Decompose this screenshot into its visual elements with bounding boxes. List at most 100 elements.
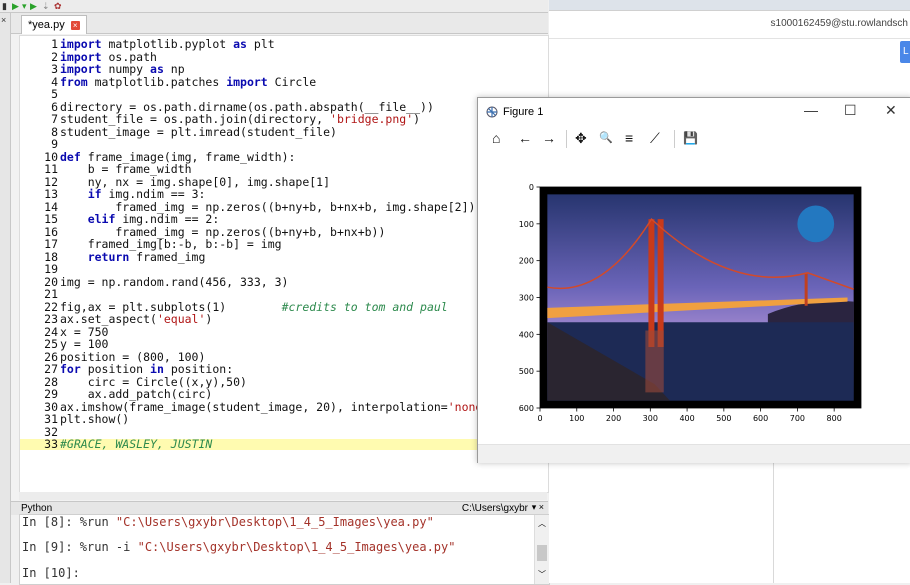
y-tick-label: 200 — [519, 257, 534, 266]
code-line: student_image = plt.imread(student_file) — [60, 124, 337, 139]
x-tick-label: 800 — [827, 414, 842, 423]
shell-line: In [8]: %run "C:\Users\gxybr\Desktop\1_4… — [22, 515, 434, 529]
code-line: ax.imshow(frame_image(student_image, 20)… — [60, 399, 496, 414]
line-number: 26 — [44, 349, 58, 364]
code-line: img = np.random.rand(456, 333, 3) — [60, 274, 289, 289]
x-tick-label: 700 — [790, 414, 805, 423]
debug-icon[interactable]: ▶ — [30, 1, 37, 11]
page-edge — [773, 445, 774, 583]
run-icon[interactable]: ▶ — [12, 1, 19, 11]
line-number: 6 — [51, 99, 58, 114]
step-icon[interactable]: ⇣ — [42, 1, 50, 11]
scroll-thumb[interactable] — [537, 545, 547, 561]
code-line: b = frame_width — [60, 162, 192, 176]
line-number: 10 — [44, 149, 58, 164]
figure-canvas[interactable]: 0 100 200 300 400 500 600 700 800 0 100 200 300 400 50… — [478, 154, 910, 444]
close-button[interactable]: ✕ — [885, 102, 897, 118]
scroll-up-icon[interactable]: ︿ — [538, 518, 546, 529]
x-tick-label: 200 — [606, 414, 621, 423]
account-email[interactable]: s1000162459@stu.rowlandsch — [771, 18, 908, 29]
code-line: for position in position: — [60, 362, 234, 376]
bridge-image-reflection — [645, 330, 664, 393]
python-shell[interactable]: In [8]: %run "C:\Users\gxybr\Desktop\1_4… — [19, 514, 550, 585]
shell-prompt[interactable]: In [10]: — [22, 566, 87, 580]
tab-yea-py[interactable]: *yea.py × — [21, 15, 87, 34]
button-glyph-icon: L — [903, 46, 909, 57]
code-line: elif img.ndim == 2: — [87, 212, 220, 226]
code-line: from matplotlib.patches import Circle — [60, 74, 317, 89]
run-dropdown-icon[interactable]: ▾ — [22, 1, 27, 11]
minimize-button[interactable]: — — [804, 102, 818, 118]
line-number: 18 — [44, 249, 58, 264]
line-number: 15 — [44, 212, 58, 226]
code-editor[interactable]: 1 import matplotlib.pyplot as plt 2 import … — [19, 35, 549, 493]
shell-scrollbar[interactable]: ︿ ﹀ — [534, 515, 549, 584]
ide-toolbar: ▮ ▶ ▾ ▶ ⇣ ✿ — [0, 0, 548, 13]
editor-horizontal-scrollbar[interactable] — [19, 492, 547, 500]
code-line: plt.show() — [60, 412, 130, 426]
plot-svg: 0 100 200 300 400 500 600 700 800 0 100 200 300 400 50… — [519, 183, 862, 423]
line-number: 28 — [44, 374, 58, 389]
y-tick-label: 100 — [519, 220, 534, 229]
y-tick-label: 300 — [519, 294, 534, 303]
line-number: 11 — [44, 162, 58, 176]
tab-label: *yea.py — [28, 19, 65, 31]
x-tick-label: 500 — [716, 414, 731, 423]
line-number: 23 — [44, 312, 58, 326]
figure-title: Figure 1 — [503, 106, 544, 118]
close-tab-icon[interactable]: × — [70, 20, 80, 30]
x-tick-label: 300 — [643, 414, 658, 423]
line-number: 27 — [44, 362, 58, 376]
line-number: 29 — [44, 387, 58, 401]
forward-icon[interactable]: → — [542, 129, 556, 147]
code-line: framed_img[b:-b, b:-b] = img — [60, 237, 282, 251]
home-icon[interactable]: ⌂ — [492, 129, 500, 147]
browser-tab-strip — [549, 0, 910, 11]
browser-action-button[interactable]: L — [900, 41, 910, 63]
edit-axis-icon[interactable]: ⟋ — [650, 129, 660, 147]
line-number: 14 — [44, 199, 58, 214]
code-line: import numpy as np — [60, 62, 185, 76]
close-panel-icon[interactable]: × — [1, 15, 6, 25]
code-line: import matplotlib.pyplot as plt — [60, 37, 275, 51]
line-number: 20 — [44, 274, 58, 289]
toolbar-menu-icon[interactable]: ▮ — [2, 1, 7, 11]
code-line: ax.set_aspect('equal') — [60, 312, 213, 326]
code-line: framed_img = np.zeros((b+ny+b, b+nx+b, i… — [60, 199, 483, 214]
bridge-image-tower-far — [804, 272, 808, 306]
line-number: 30 — [44, 399, 58, 414]
y-tick-label: 600 — [519, 404, 534, 413]
matplotlib-figure-window: Figure 1 — ☐ ✕ ⌂ ← → ✥ 🔍 ≡ ⟋ 💾 0 100 200 30… — [477, 97, 910, 463]
shell-line: In [9]: %run -i "C:\Users\gxybr\Desktop\… — [22, 540, 456, 554]
configure-subplots-icon[interactable]: ≡ — [625, 129, 633, 147]
line-number: 7 — [51, 112, 58, 126]
line-number: 19 — [44, 262, 58, 276]
shell-cwd[interactable]: C:\Users\gxybr — [462, 503, 528, 514]
line-number: 2 — [51, 49, 58, 64]
bug-icon[interactable]: ✿ — [54, 1, 62, 11]
code-line: ax.add_patch(circ) — [60, 387, 213, 401]
zoom-icon[interactable]: 🔍 — [599, 129, 613, 147]
pan-icon[interactable]: ✥ — [575, 129, 587, 147]
code-line: ny, nx = img.shape[0], img.shape[1] — [60, 174, 331, 189]
line-number: 8 — [51, 124, 58, 139]
line-number: 9 — [51, 137, 58, 151]
scroll-down-icon[interactable]: ﹀ — [538, 569, 546, 580]
maximize-button[interactable]: ☐ — [844, 102, 857, 118]
plot-axes: 0 100 200 300 400 500 600 700 800 0 100 200 300 400 50… — [519, 183, 862, 423]
bridge-image-tower-near — [648, 219, 655, 348]
line-number: 5 — [51, 87, 58, 101]
line-number: 17 — [44, 237, 58, 251]
code-line: y = 100 — [60, 337, 109, 351]
code-line: #GRACE, WASLEY, JUSTIN — [60, 437, 213, 451]
code-line: directory = os.path.dirname(os.path.absp… — [60, 99, 434, 114]
shell-controls[interactable]: ▾ × — [532, 502, 544, 513]
back-icon[interactable]: ← — [518, 129, 532, 147]
y-tick-label: 500 — [519, 367, 534, 376]
line-number: 24 — [44, 324, 58, 339]
toolbar-separator — [566, 130, 567, 148]
y-tick-label: 400 — [519, 330, 534, 339]
editor-tab-row: *yea.py × — [11, 13, 548, 34]
save-icon[interactable]: 💾 — [683, 129, 698, 147]
figure-toolbar: ⌂ ← → ✥ 🔍 ≡ ⟋ 💾 — [478, 126, 910, 152]
